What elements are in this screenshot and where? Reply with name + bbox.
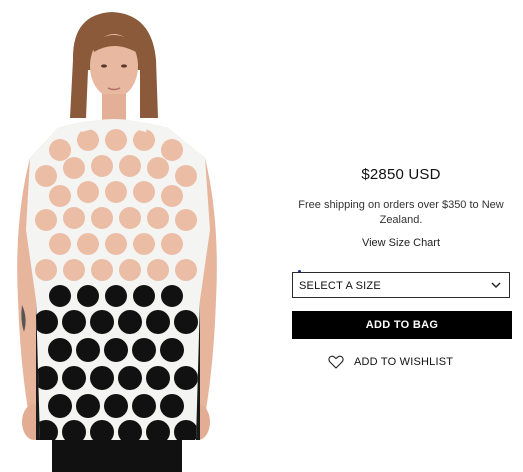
view-size-chart-link[interactable]: View Size Chart (290, 237, 512, 249)
size-select[interactable]: SELECT A SIZE (292, 270, 510, 298)
shipping-note: Free shipping on orders over $350 to New… (298, 199, 504, 226)
size-select-value: SELECT A SIZE (299, 280, 381, 292)
product-price: $2850 USD (361, 166, 441, 183)
heart-icon (328, 355, 344, 369)
wishlist-label: ADD TO WISHLIST (354, 356, 454, 368)
chevron-down-icon (491, 282, 501, 288)
focus-dot (298, 270, 301, 273)
product-image (0, 0, 232, 472)
product-info-panel: $2850 USD Free shipping on orders over $… (290, 0, 512, 472)
add-to-wishlist-button[interactable]: ADD TO WISHLIST (328, 353, 453, 371)
add-to-bag-button[interactable]: ADD TO BAG (292, 311, 512, 339)
